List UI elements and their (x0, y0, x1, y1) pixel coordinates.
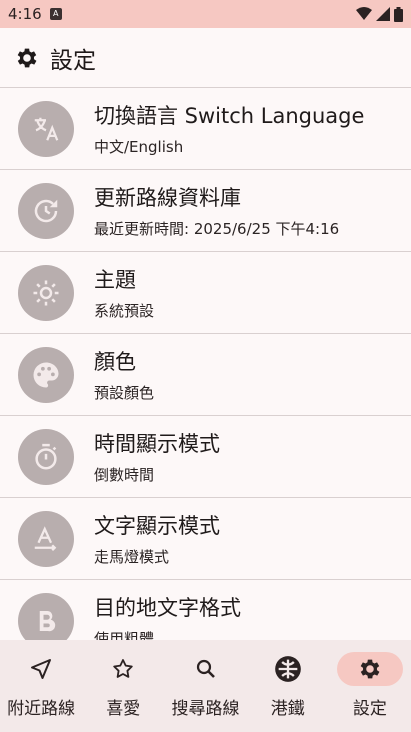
signal-icon (376, 7, 390, 21)
setting-theme[interactable]: 主題 系統預設 (0, 252, 411, 334)
wifi-icon (356, 7, 372, 20)
translate-icon (34, 117, 59, 141)
nav-label: 搜尋路線 (171, 699, 240, 719)
mtr-logo-icon (274, 656, 301, 682)
gear-icon (17, 48, 37, 67)
page-title: 設定 (50, 47, 96, 74)
setting-title: 文字顯示模式 (94, 514, 220, 538)
nav-icon-container (8, 652, 74, 686)
setting-title: 主題 (94, 268, 136, 292)
nav-label: 設定 (352, 699, 387, 719)
timer-icon (35, 443, 57, 469)
bold-icon-circle (18, 592, 74, 640)
setting-subtitle: 中文/English (94, 138, 184, 156)
nav-favourites[interactable]: 喜愛 (82, 640, 164, 732)
notification-app-icon: A (49, 8, 62, 20)
nav-icon-container (255, 652, 321, 686)
setting-subtitle: 系統預設 (94, 302, 155, 320)
palette-icon (33, 362, 59, 387)
color-icon-circle (18, 346, 74, 403)
setting-title: 切換語言 Switch Language (94, 104, 365, 128)
nav-label: 喜愛 (106, 699, 141, 719)
search-icon (196, 659, 215, 678)
setting-destination-format[interactable]: 目的地文字格式 使用粗體 (0, 580, 411, 640)
bottom-navigation: 附近路線 喜愛 搜尋路線 港鐵 設定 (0, 640, 411, 732)
setting-color[interactable]: 顏色 預設顏色 (0, 334, 411, 416)
setting-title: 顏色 (94, 350, 136, 374)
language-icon-circle (18, 100, 74, 157)
setting-title: 時間顯示模式 (94, 432, 220, 456)
nav-nearby-routes[interactable]: 附近路線 (0, 640, 82, 732)
nav-settings[interactable]: 設定 (329, 640, 411, 732)
nav-icon-container (336, 652, 403, 686)
timer-icon-circle (18, 428, 74, 485)
nav-icon-container (173, 652, 239, 686)
battery-icon (394, 6, 403, 22)
setting-subtitle: 最近更新時間: 2025/6/25 下午4:16 (94, 220, 340, 238)
status-time: 4:16 (8, 5, 42, 23)
gear-icon (360, 659, 380, 679)
theme-icon-circle (18, 264, 74, 321)
setting-subtitle: 使用粗體 (94, 630, 155, 640)
setting-text-display[interactable]: 文字顯示模式 走馬燈模式 (0, 498, 411, 580)
update-icon (34, 199, 58, 222)
update-icon-circle (18, 182, 74, 239)
setting-time-display[interactable]: 時間顯示模式 倒數時間 (0, 416, 411, 498)
setting-subtitle: 走馬燈模式 (94, 548, 170, 566)
page-header: 設定 (0, 28, 411, 88)
setting-title: 目的地文字格式 (94, 596, 241, 620)
nav-icon-container (90, 652, 156, 686)
navigation-arrow-icon (31, 659, 52, 679)
status-icons (356, 6, 403, 22)
setting-subtitle: 預設顏色 (94, 384, 155, 402)
nav-mtr[interactable]: 港鐵 (247, 640, 329, 732)
setting-title: 更新路線資料庫 (94, 186, 241, 210)
text-format-icon (34, 525, 57, 551)
star-icon (113, 659, 133, 678)
setting-language[interactable]: 切換語言 Switch Language 中文/English (0, 88, 411, 170)
nav-search-routes[interactable]: 搜尋路線 (164, 640, 246, 732)
status-bar: 4:16 A (0, 0, 411, 28)
bold-icon (39, 610, 56, 631)
settings-list[interactable]: 切換語言 Switch Language 中文/English 更新路線資料庫 … (0, 88, 411, 640)
sun-icon (33, 280, 59, 305)
text-format-icon-circle (18, 510, 74, 567)
setting-subtitle: 倒數時間 (94, 466, 155, 484)
nav-label: 港鐵 (270, 699, 305, 719)
nav-label: 附近路線 (7, 699, 76, 719)
setting-update-database[interactable]: 更新路線資料庫 最近更新時間: 2025/6/25 下午4:16 (0, 170, 411, 252)
